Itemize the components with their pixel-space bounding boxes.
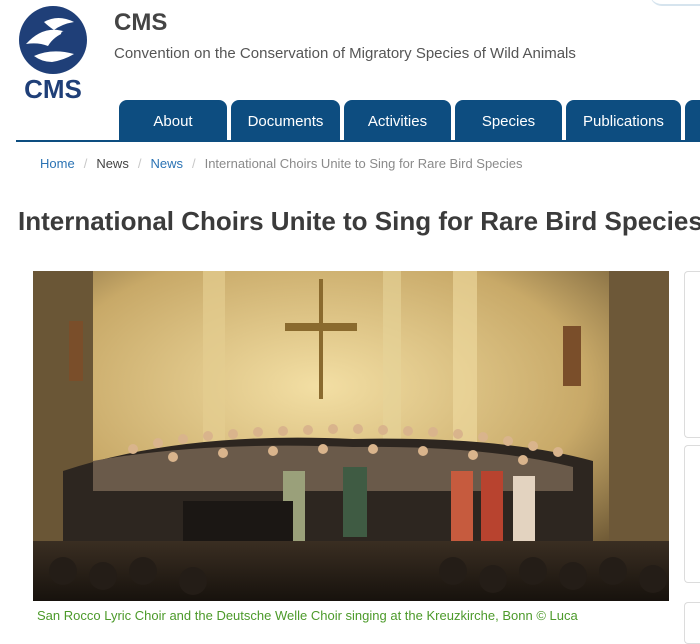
image-caption: San Rocco Lyric Choir and the Deutsche W… <box>37 608 578 623</box>
site-tagline: Convention on the Conservation of Migrat… <box>114 45 576 62</box>
breadcrumb-section: News <box>96 156 129 171</box>
nav-item-about[interactable]: About <box>119 100 227 142</box>
breadcrumb-separator: / <box>83 156 88 171</box>
decorative-line <box>650 0 700 6</box>
article-image[interactable] <box>33 271 669 601</box>
sidebar-panel <box>684 445 700 583</box>
breadcrumb-current: International Choirs Unite to Sing for R… <box>204 156 523 171</box>
nav-item-activities[interactable]: Activities <box>344 100 451 142</box>
breadcrumb: Home / News / News / International Choir… <box>40 156 523 171</box>
breadcrumb-separator: / <box>191 156 196 171</box>
breadcrumb-home[interactable]: Home <box>40 156 75 171</box>
nav-item-documents[interactable]: Documents <box>231 100 340 142</box>
page-title: International Choirs Unite to Sing for R… <box>18 206 700 236</box>
breadcrumb-subsection[interactable]: News <box>150 156 183 171</box>
logo-text: CMS <box>24 74 82 102</box>
sidebar-panel <box>684 271 700 438</box>
nav-underline <box>16 140 700 142</box>
cms-logo[interactable]: CMS <box>14 4 92 104</box>
sidebar-panel <box>684 602 700 644</box>
site-name[interactable]: CMS <box>114 9 167 37</box>
nav-item-overflow[interactable] <box>685 100 700 142</box>
nav-item-publications[interactable]: Publications <box>566 100 681 142</box>
breadcrumb-separator: / <box>137 156 142 171</box>
nav-item-species[interactable]: Species <box>455 100 562 142</box>
